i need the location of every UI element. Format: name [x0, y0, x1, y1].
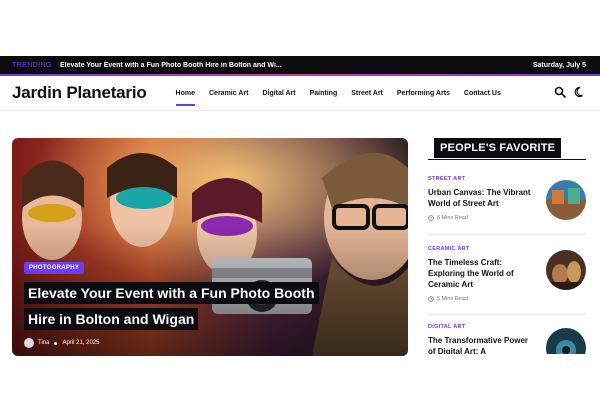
favorite-title[interactable]: Urban Canvas: The Vibrant World of Stree… [428, 187, 536, 209]
item-divider [428, 234, 586, 235]
favorite-thumbnail[interactable] [546, 250, 586, 290]
author-name[interactable]: Tina [38, 340, 49, 346]
featured-post[interactable]: PHOTOGRAPHY Elevate Your Event with a Fu… [12, 138, 408, 356]
header-actions [554, 86, 586, 98]
nav-painting[interactable]: Painting [303, 78, 345, 108]
nav-digital-art[interactable]: Digital Art [255, 78, 302, 108]
meta-separator [54, 341, 58, 345]
clock-icon [428, 296, 434, 302]
read-time: 5 Mins Read [428, 296, 586, 302]
site-logo[interactable]: Jardin Planetario [12, 83, 147, 103]
favorite-item[interactable]: STREET ART Urban Canvas: The Vibrant Wor… [428, 176, 586, 246]
nav-street-art[interactable]: Street Art [344, 78, 390, 108]
clock-icon [428, 215, 434, 221]
featured-title[interactable]: Elevate Your Event with a Fun Photo Boot… [24, 280, 324, 332]
favorite-item[interactable]: CERAMIC ART The Timeless Craft: Explorin… [428, 246, 586, 316]
nav-ceramic-art[interactable]: Ceramic Art [202, 78, 255, 108]
favorite-title[interactable]: The Transformative Power of Digital Art:… [428, 335, 536, 354]
current-date: Saturday, July 5 [532, 61, 586, 69]
site-header: Jardin Planetario Home Ceramic Art Digit… [0, 76, 600, 110]
featured-title-line-1[interactable]: Elevate Your Event with a Fun Photo Boot… [24, 282, 319, 304]
item-divider [428, 314, 586, 315]
favorite-thumbnail[interactable] [546, 328, 586, 354]
nav-performing-arts[interactable]: Performing Arts [390, 78, 457, 108]
widget-title: PEOPLE'S FAVORITE [434, 138, 562, 158]
post-date: April 21, 2025 [62, 340, 100, 346]
read-time-text: 6 Mins Read [437, 215, 468, 221]
favorite-title[interactable]: The Timeless Craft: Exploring the World … [428, 257, 536, 290]
read-time-text: 5 Mins Read [437, 296, 468, 302]
header-divider [0, 110, 600, 111]
featured-category-badge[interactable]: PHOTOGRAPHY [24, 262, 85, 274]
author-avatar [24, 338, 34, 348]
main-nav: Home Ceramic Art Digital Art Painting St… [169, 78, 508, 108]
nav-home[interactable]: Home [169, 78, 202, 108]
nav-contact-us[interactable]: Contact Us [457, 78, 508, 108]
featured-meta: Tina April 21, 2025 [24, 338, 99, 348]
favorite-item[interactable]: DIGITAL ART The Transformative Power of … [428, 324, 586, 354]
search-icon[interactable] [554, 86, 566, 98]
trending-label: TRENDING [12, 61, 52, 69]
peoples-favorite-widget: PEOPLE'S FAVORITE STREET ART Urban Canva… [428, 138, 586, 354]
trending-headline-link[interactable]: Elevate Your Event with a Fun Photo Boot… [60, 62, 533, 69]
widget-header: PEOPLE'S FAVORITE [428, 138, 586, 160]
trending-bar: TRENDING Elevate Your Event with a Fun P… [0, 56, 600, 74]
favorite-thumbnail[interactable] [546, 180, 586, 220]
featured-title-line-2[interactable]: Hire in Bolton and Wigan [24, 308, 199, 330]
dark-mode-icon[interactable] [574, 86, 586, 98]
